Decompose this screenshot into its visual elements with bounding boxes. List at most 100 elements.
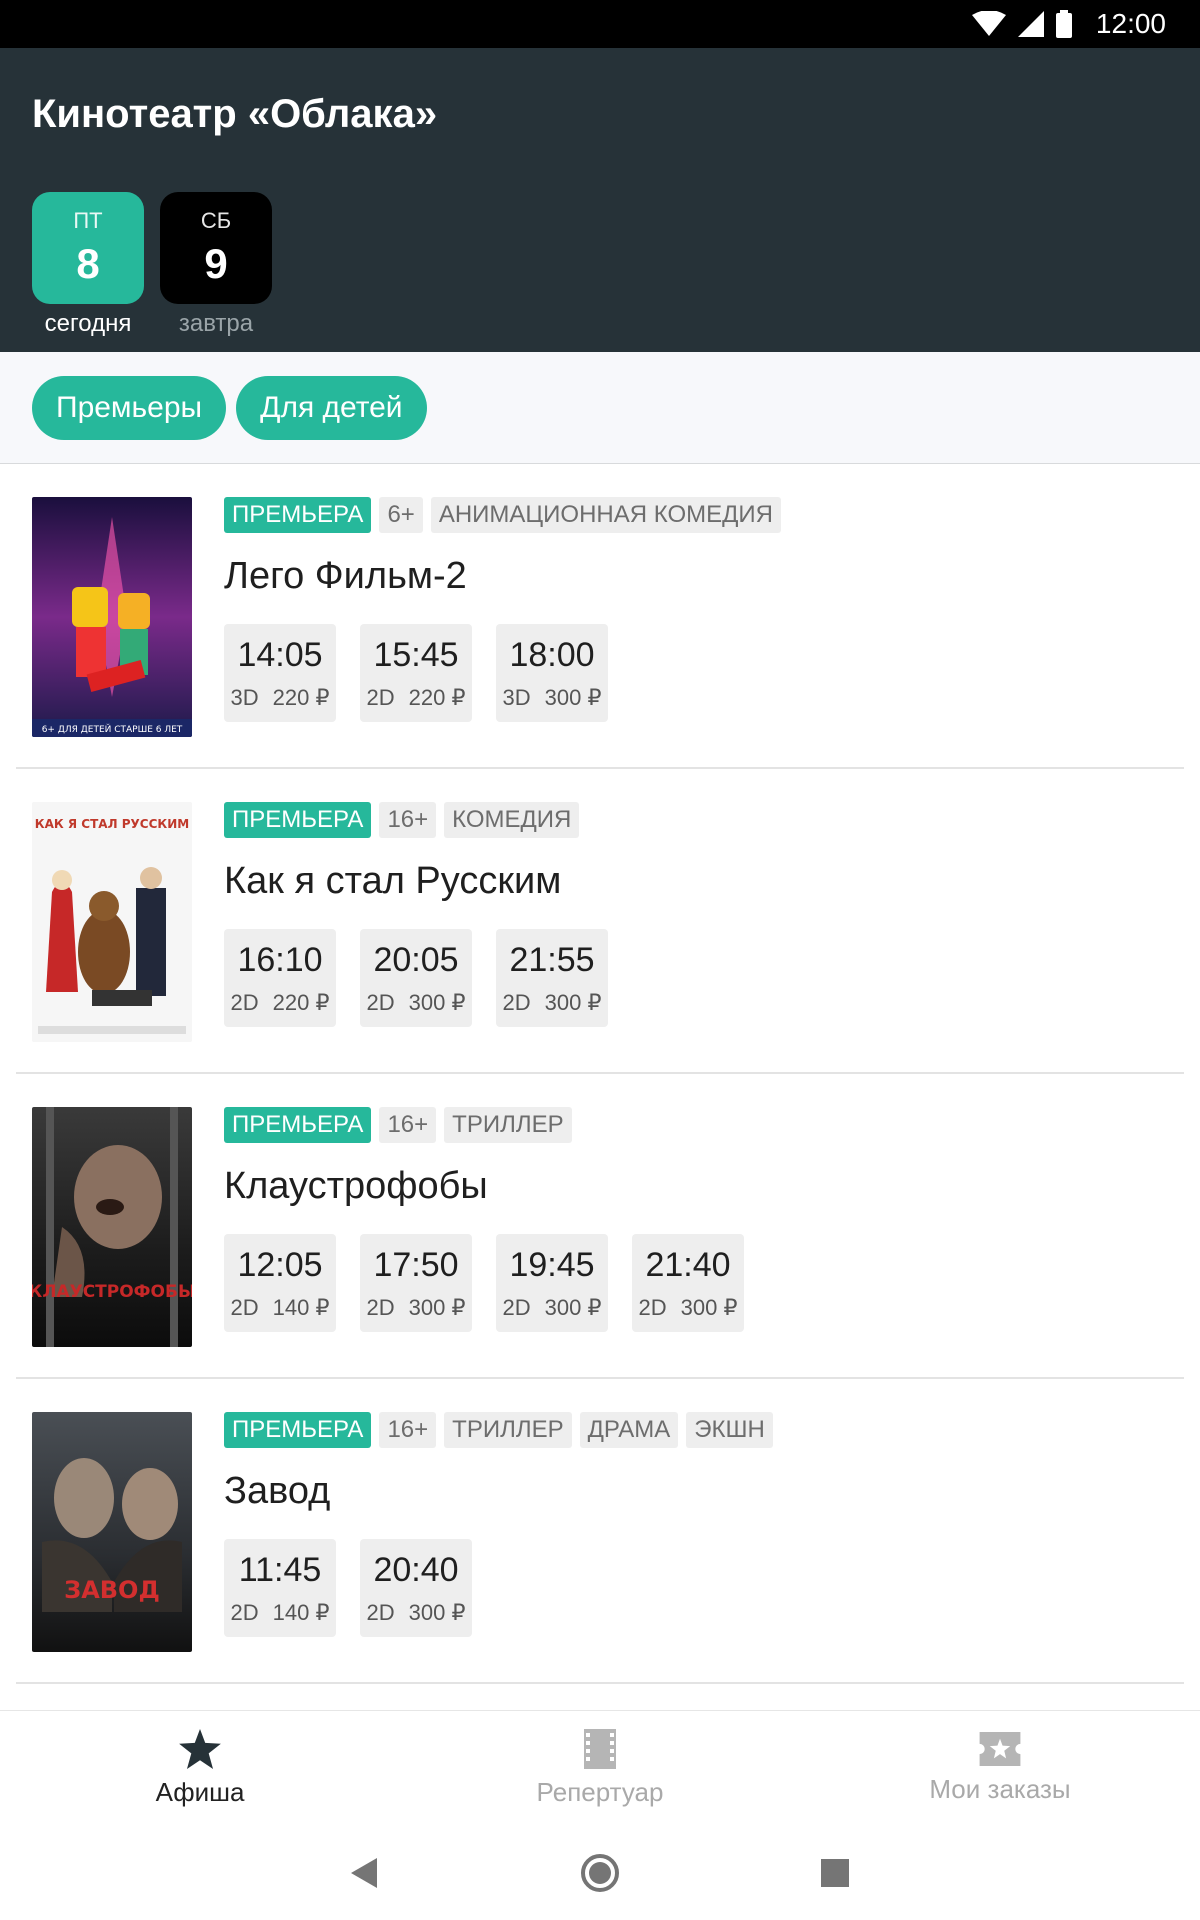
session-time: 15:45 (373, 635, 459, 674)
movie-card[interactable]: 6+ ДЛЯ ДЕТЕЙ СТАРШЕ 6 ЛЕТ ПРЕМЬЕРА 6+ АН… (16, 464, 1184, 769)
nav-label: Мои заказы (929, 1773, 1071, 1804)
battery-icon (1055, 10, 1072, 38)
star-icon (179, 1728, 221, 1769)
age-rating-badge: 6+ (379, 497, 423, 533)
movie-card[interactable]: КАК Я СТАЛ РУССКИМ ПРЕМЬЕРА 16+ КОМЕДИЯ … (16, 769, 1184, 1074)
session-time: 11:45 (238, 1550, 322, 1589)
session-format: 2D (366, 684, 395, 710)
filter-bar: Премьеры Для детей (0, 352, 1200, 464)
nav-orders[interactable]: Мои заказы (800, 1711, 1200, 1825)
date-dow: СБ (200, 208, 232, 233)
movie-list: 6+ ДЛЯ ДЕТЕЙ СТАРШЕ 6 ЛЕТ ПРЕМЬЕРА 6+ АН… (0, 464, 1200, 1684)
movie-tags: ПРЕМЬЕРА 16+ КОМЕДИЯ (224, 802, 608, 838)
session-format: 2D (366, 1294, 395, 1320)
premiere-badge: ПРЕМЬЕРА (224, 1412, 372, 1448)
session-button[interactable]: 20:05 2D 300 ₽ (360, 929, 472, 1027)
movie-title[interactable]: Лего Фильм-2 (224, 555, 781, 598)
session-format: 2D (502, 1294, 531, 1320)
age-rating-badge: 16+ (379, 1107, 437, 1143)
session-price: 300 ₽ (680, 1294, 738, 1320)
session-price: 300 ₽ (544, 684, 602, 710)
genre-tag: ТРИЛЛЕР (444, 1107, 572, 1143)
genre-tag: ТРИЛЛЕР (444, 1412, 572, 1448)
nav-repertoire[interactable]: Репертуар (400, 1711, 800, 1825)
system-nav-bar (0, 1825, 1200, 1920)
session-list: 16:10 2D 220 ₽ 20:05 2D 300 ₽ 21:55 2D 300 … (224, 929, 608, 1027)
session-button[interactable]: 12:05 2D 140 ₽ (224, 1234, 336, 1332)
session-time: 14:05 (237, 635, 323, 674)
session-format: 2D (230, 1294, 259, 1320)
session-format: 3D (230, 684, 259, 710)
poster-caption: КЛАУСТРОФОБЫ (32, 1282, 192, 1302)
genre-tag: ДРАМА (579, 1412, 679, 1448)
session-format: 2D (230, 989, 259, 1015)
session-time: 12:05 (237, 1245, 323, 1284)
session-time: 20:05 (373, 940, 459, 979)
session-button[interactable]: 19:45 2D 300 ₽ (496, 1234, 608, 1332)
movie-poster[interactable]: КЛАУСТРОФОБЫ (32, 1107, 192, 1347)
movie-poster[interactable]: 6+ ДЛЯ ДЕТЕЙ СТАРШЕ 6 ЛЕТ (32, 497, 192, 737)
session-time: 19:45 (509, 1245, 595, 1284)
session-button[interactable]: 17:50 2D 300 ₽ (360, 1234, 472, 1332)
age-rating-badge: 16+ (379, 1412, 437, 1448)
session-price: 140 ₽ (272, 1294, 330, 1320)
film-icon (584, 1728, 616, 1769)
movie-card[interactable]: КЛАУСТРОФОБЫ ПРЕМЬЕРА 16+ ТРИЛЛЕР Клауст… (16, 1074, 1184, 1379)
session-button[interactable]: 20:40 2D 300 ₽ (360, 1539, 472, 1637)
session-button[interactable]: 18:00 3D 300 ₽ (496, 624, 608, 722)
date-label: сегодня (44, 310, 132, 337)
back-icon[interactable] (350, 1857, 379, 1888)
session-price: 300 ₽ (408, 989, 466, 1015)
genre-tag: АНИМАЦИОННАЯ КОМЕДИЯ (430, 497, 781, 533)
session-price: 300 ₽ (544, 989, 602, 1015)
session-button[interactable]: 21:55 2D 300 ₽ (496, 929, 608, 1027)
session-price: 300 ₽ (408, 1294, 466, 1320)
session-format: 2D (366, 989, 395, 1015)
status-time: 12:00 (1095, 8, 1166, 39)
session-time: 18:00 (509, 635, 595, 674)
premiere-badge: ПРЕМЬЕРА (224, 802, 372, 838)
recents-icon[interactable] (821, 1858, 850, 1887)
poster-caption: ЗАВОД (64, 1576, 160, 1604)
session-price: 220 ₽ (272, 989, 330, 1015)
session-button[interactable]: 11:45 2D 140 ₽ (224, 1539, 336, 1637)
session-time: 21:40 (645, 1245, 731, 1284)
date-selector: ПТ 8 сегодня СБ 9 завтра (32, 192, 272, 338)
session-format: 3D (502, 684, 531, 710)
age-rating-badge: 16+ (379, 802, 437, 838)
filter-chip-premieres[interactable]: Премьеры (32, 376, 227, 440)
session-format: 2D (638, 1294, 667, 1320)
session-time: 16:10 (237, 940, 323, 979)
session-button[interactable]: 15:45 2D 220 ₽ (360, 624, 472, 722)
session-button[interactable]: 16:10 2D 220 ₽ (224, 929, 336, 1027)
filter-chip-kids[interactable]: Для детей (236, 376, 427, 440)
signal-icon (1017, 11, 1044, 37)
date-tomorrow[interactable]: СБ 9 завтра (160, 192, 272, 338)
movie-card[interactable]: ЗАВОД ПРЕМЬЕРА 16+ ТРИЛЛЕР ДРАМА ЭКШН За… (16, 1379, 1184, 1684)
date-day: 8 (76, 240, 100, 287)
session-button[interactable]: 21:40 2D 300 ₽ (632, 1234, 744, 1332)
session-button[interactable]: 14:05 3D 220 ₽ (224, 624, 336, 722)
nav-label: Афиша (155, 1776, 245, 1807)
date-today[interactable]: ПТ 8 сегодня (32, 192, 144, 338)
session-list: 12:05 2D 140 ₽ 17:50 2D 300 ₽ 19:45 2D 300 … (224, 1234, 744, 1332)
movie-title[interactable]: Как я стал Русским (224, 860, 608, 903)
session-price: 300 ₽ (544, 1294, 602, 1320)
movie-poster[interactable]: КАК Я СТАЛ РУССКИМ (32, 802, 192, 1042)
genre-tag: ЭКШН (686, 1412, 773, 1448)
session-time: 20:40 (373, 1550, 459, 1589)
poster-caption: 6+ ДЛЯ ДЕТЕЙ СТАРШЕ 6 ЛЕТ (42, 723, 183, 735)
page-title: Кинотеатр «Облака» (32, 92, 438, 136)
date-box[interactable]: ПТ 8 (32, 192, 144, 304)
genre-tag: КОМЕДИЯ (444, 802, 580, 838)
session-price: 220 ₽ (272, 684, 330, 710)
nav-afisha[interactable]: Афиша (0, 1711, 400, 1825)
movie-title[interactable]: Клаустрофобы (224, 1165, 744, 1208)
date-box[interactable]: СБ 9 (160, 192, 272, 304)
movie-poster[interactable]: ЗАВОД (32, 1412, 192, 1652)
ticket-icon (979, 1731, 1021, 1766)
session-format: 2D (230, 1599, 259, 1625)
movie-tags: ПРЕМЬЕРА 6+ АНИМАЦИОННАЯ КОМЕДИЯ (224, 497, 781, 533)
home-icon[interactable] (580, 1853, 620, 1893)
movie-title[interactable]: Завод (224, 1470, 773, 1513)
